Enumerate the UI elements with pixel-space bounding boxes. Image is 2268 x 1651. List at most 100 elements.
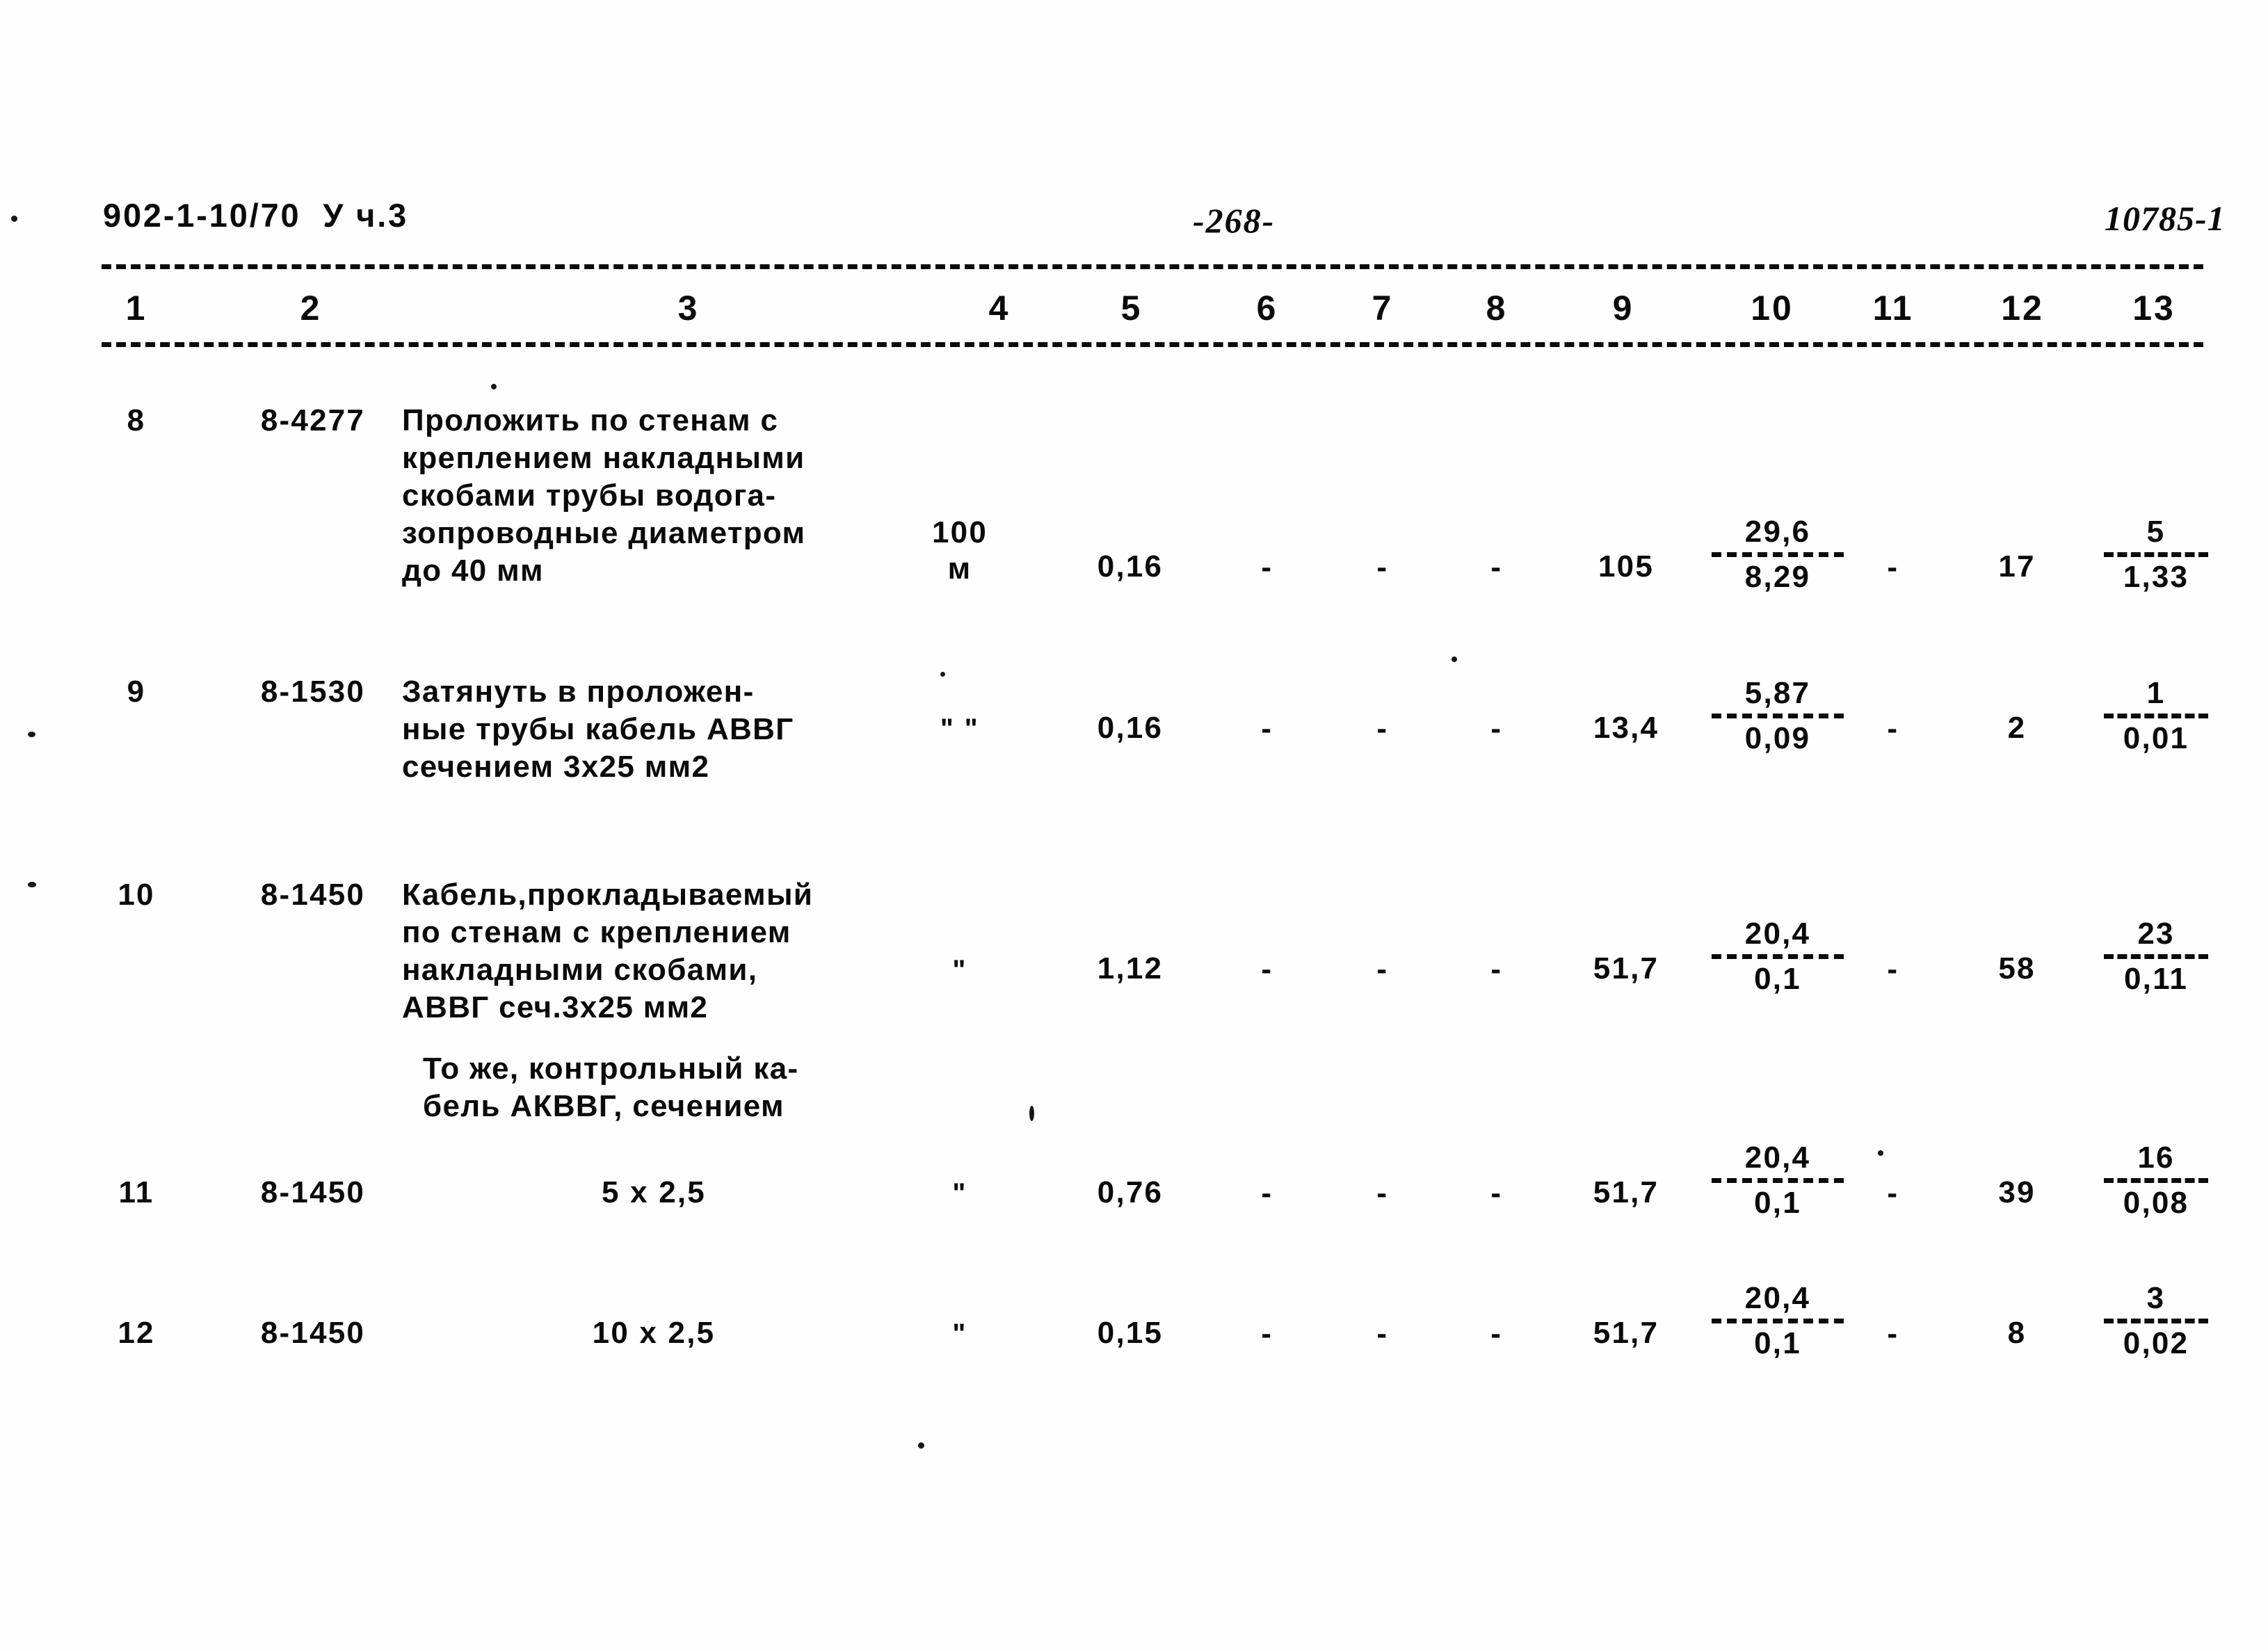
- column-5-value: 0,15: [1097, 1316, 1164, 1350]
- work-description: 5 х 2,5: [602, 1175, 706, 1209]
- table-top-rule: [102, 264, 2203, 269]
- sheet-code: 10785-1: [2105, 199, 2226, 238]
- scanned-document-page: 902-1-10/70 У ч.3 -268- 10785-1 1 2 3 4 …: [0, 0, 2268, 1651]
- column-13-denominator: 0,02: [2123, 1326, 2189, 1360]
- column-7-value: -: [1376, 1176, 1389, 1210]
- table-header-rule: [102, 342, 2203, 347]
- column-9-value: 51,7: [1593, 1316, 1659, 1350]
- column-number-header: 1 2 3 4 5 6 7 8 9 10 11 12 13: [0, 288, 2268, 337]
- column-6-value: -: [1261, 1176, 1273, 1210]
- scan-speck: [11, 216, 17, 222]
- column-11-value: -: [1887, 952, 1899, 986]
- column-8-value: -: [1490, 550, 1503, 584]
- column-number-3: 3: [677, 289, 700, 328]
- column-10-fraction: 20,4 0,1: [1691, 1281, 1865, 1361]
- fraction-bar: [2104, 1178, 2208, 1183]
- fraction-bar: [1712, 714, 1844, 718]
- scan-speck: [918, 1442, 924, 1449]
- column-10-denominator: 0,1: [1754, 962, 1801, 996]
- column-number-1: 1: [125, 289, 147, 328]
- column-10-denominator: 8,29: [1744, 560, 1811, 594]
- column-6-value: -: [1261, 1316, 1273, 1351]
- group-subheading: То же, контрольный ка- бель АКВВГ, сечен…: [423, 1052, 799, 1123]
- unit-of-measure: ": [952, 955, 967, 985]
- fraction-bar: [2104, 1319, 2208, 1323]
- fraction-bar: [1712, 1178, 1844, 1183]
- unit-of-measure: " ": [940, 714, 980, 744]
- work-description: Проложить по стенам с креплением накладн…: [402, 403, 806, 588]
- page-number: -268-: [1193, 201, 1276, 240]
- column-11-value: -: [1887, 1316, 1899, 1351]
- column-13-denominator: 1,33: [2123, 560, 2189, 594]
- column-number-8: 8: [1486, 289, 1508, 328]
- column-7-value: -: [1376, 550, 1389, 584]
- column-12-value: 58: [1998, 951, 2036, 985]
- column-number-11: 11: [1872, 289, 1914, 328]
- column-5-value: 0,76: [1097, 1175, 1164, 1209]
- scan-speck: [940, 672, 945, 677]
- column-10-denominator: 0,1: [1754, 1186, 1801, 1220]
- column-number-5: 5: [1120, 289, 1143, 328]
- unit-of-measure: ": [952, 1319, 967, 1349]
- row-number: 11: [118, 1175, 154, 1209]
- column-10-numerator: 5,87: [1744, 676, 1811, 710]
- column-10-numerator: 20,4: [1744, 1281, 1811, 1315]
- column-number-10: 10: [1751, 289, 1794, 328]
- column-12-value: 2: [2007, 711, 2027, 745]
- row-number: 10: [118, 878, 155, 912]
- column-8-value: -: [1490, 1316, 1503, 1351]
- column-13-fraction: 1 0,01: [2090, 676, 2222, 756]
- column-6-value: -: [1261, 952, 1273, 986]
- column-10-denominator: 0,1: [1754, 1326, 1801, 1360]
- column-10-fraction: 29,6 8,29: [1691, 515, 1865, 595]
- column-13-numerator: 16: [2137, 1141, 2175, 1175]
- column-9-value: 51,7: [1593, 951, 1659, 985]
- fraction-bar: [2104, 552, 2208, 557]
- column-10-numerator: 20,4: [1744, 917, 1811, 951]
- column-8-value: -: [1490, 952, 1503, 986]
- column-number-7: 7: [1372, 289, 1394, 328]
- norm-code: 8-1450: [260, 1316, 366, 1350]
- column-number-12: 12: [2001, 289, 2044, 328]
- norm-code: 8-1530: [260, 675, 366, 709]
- column-number-13: 13: [2132, 289, 2175, 328]
- column-10-fraction: 20,4 0,1: [1691, 917, 1865, 997]
- column-11-value: -: [1887, 1176, 1899, 1210]
- page-header: 902-1-10/70 У ч.3 -268- 10785-1: [0, 0, 2268, 278]
- column-10-denominator: 0,09: [1744, 721, 1811, 755]
- scan-speck: [28, 732, 35, 737]
- work-description: Кабель,прокладываемый по стенам с крепле…: [402, 878, 814, 1024]
- column-13-numerator: 3: [2146, 1281, 2166, 1315]
- column-13-fraction: 5 1,33: [2090, 515, 2222, 595]
- column-10-fraction: 5,87 0,09: [1691, 676, 1865, 756]
- norm-code: 8-4277: [260, 403, 366, 437]
- column-9-value: 51,7: [1593, 1175, 1659, 1209]
- column-6-value: -: [1261, 711, 1273, 746]
- column-13-numerator: 5: [2146, 515, 2166, 549]
- column-10-numerator: 29,6: [1744, 515, 1811, 549]
- norm-code: 8-1450: [260, 1175, 366, 1209]
- column-10-numerator: 20,4: [1744, 1141, 1811, 1175]
- fraction-bar: [1712, 552, 1844, 557]
- scan-speck: [491, 384, 497, 389]
- column-11-value: -: [1887, 711, 1899, 746]
- scan-speck: [28, 882, 36, 887]
- column-9-value: 13,4: [1593, 711, 1659, 745]
- column-7-value: -: [1376, 711, 1389, 746]
- work-description: 10 х 2,5: [592, 1316, 716, 1350]
- column-11-value: -: [1887, 550, 1899, 584]
- column-13-fraction: 16 0,08: [2090, 1141, 2222, 1221]
- column-8-value: -: [1490, 711, 1503, 746]
- column-13-numerator: 23: [2137, 917, 2175, 951]
- unit-of-measure: 100 м: [931, 515, 988, 586]
- row-number: 8: [127, 403, 146, 437]
- scan-speck: [1029, 1106, 1034, 1121]
- column-6-value: -: [1261, 550, 1273, 584]
- column-13-denominator: 0,01: [2123, 721, 2189, 755]
- column-13-fraction: 3 0,02: [2090, 1281, 2222, 1361]
- column-10-fraction: 20,4 0,1: [1691, 1141, 1865, 1221]
- row-number: 9: [127, 675, 146, 709]
- column-number-2: 2: [300, 289, 322, 328]
- work-description: Затянуть в проложен- ные трубы кабель АВ…: [402, 675, 794, 784]
- scan-speck: [1878, 1150, 1883, 1156]
